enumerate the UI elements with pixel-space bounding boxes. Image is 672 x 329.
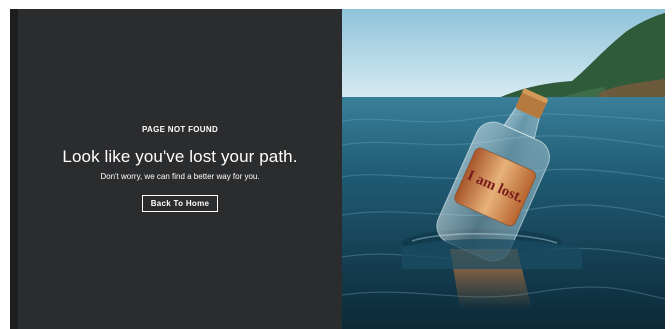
panel-edge (10, 9, 18, 329)
message-panel: PAGE NOT FOUND Look like you've lost you… (10, 9, 342, 329)
not-found-page: PAGE NOT FOUND Look like you've lost you… (10, 9, 665, 329)
bottle-illustration: I am lost. (342, 9, 665, 329)
message-content: PAGE NOT FOUND Look like you've lost you… (18, 9, 342, 329)
bottle-in-sea-image: I am lost. (342, 9, 665, 329)
page-not-found-label: PAGE NOT FOUND (141, 125, 219, 134)
page-title: Look like you've lost your path. (62, 147, 298, 166)
back-to-home-button[interactable]: Back To Home (141, 195, 219, 212)
page-subtitle: Don't worry, we can find a better way fo… (100, 172, 260, 181)
